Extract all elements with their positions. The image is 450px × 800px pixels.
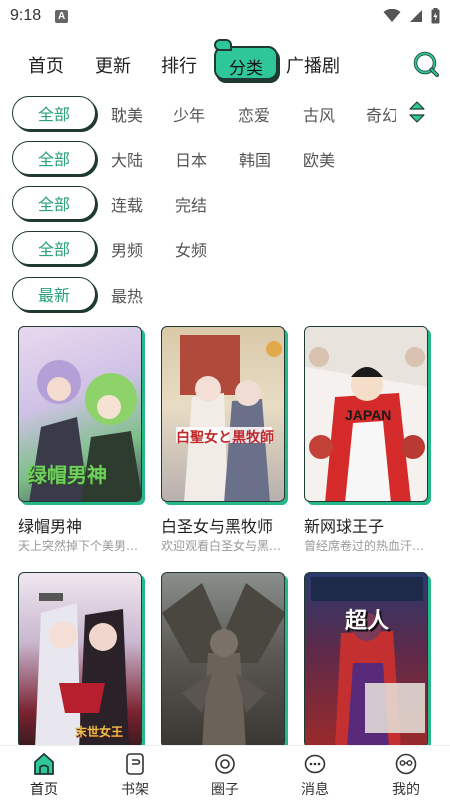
tab-ranking[interactable]: 排行: [161, 52, 197, 78]
filter-option[interactable]: 日本: [175, 147, 207, 171]
filter-selected-sort[interactable]: 最新: [12, 277, 96, 311]
comic-title[interactable]: 白圣女与黑牧师: [161, 513, 273, 537]
profile-icon: [395, 753, 417, 775]
filter-option[interactable]: 连载: [111, 192, 143, 216]
tab-audio-drama[interactable]: 广播剧: [286, 52, 340, 78]
comic-title[interactable]: 新网球王子: [304, 513, 384, 537]
tab-categories-label: 分类: [229, 59, 263, 79]
nav-circle[interactable]: 圈子: [195, 746, 255, 800]
comic-title[interactable]: 绿帽男神: [18, 513, 82, 537]
tab-updates[interactable]: 更新: [95, 52, 131, 78]
filter-selected-region[interactable]: 全部: [12, 141, 96, 175]
filter-option[interactable]: 韩国: [239, 147, 271, 171]
filter-row-sort: 最新 最热: [0, 277, 450, 313]
nav-messages[interactable]: 消息: [285, 746, 345, 800]
tab-home[interactable]: 首页: [28, 52, 64, 78]
bookshelf-icon: [126, 753, 144, 775]
circle-icon: [215, 754, 235, 774]
expand-toggle-icon[interactable]: [406, 98, 428, 126]
status-bar: 9:18 A: [0, 0, 450, 32]
home-icon: [34, 753, 54, 775]
nav-home[interactable]: 首页: [14, 746, 74, 800]
comic-description: 曾经席卷过的热血汗…: [304, 539, 425, 553]
filter-selected-audience[interactable]: 全部: [12, 231, 96, 265]
status-time: 9:18: [10, 7, 42, 24]
comic-cover[interactable]: 绿帽男神: [18, 326, 142, 502]
signal-icon: [410, 10, 422, 22]
app-notification-icon: A: [55, 9, 69, 23]
comic-cover[interactable]: [161, 572, 285, 748]
filter-option[interactable]: 最热: [111, 283, 143, 307]
cover-art: [311, 577, 425, 747]
filter-option[interactable]: 古风: [303, 102, 335, 126]
filter-option[interactable]: 耽美: [111, 102, 143, 126]
filter-option[interactable]: 奇幻: [366, 102, 396, 126]
filter-selected-genre[interactable]: 全部: [12, 96, 96, 130]
genre-options-scroll[interactable]: 全部 耽美 少年 恋爱 古风 奇幻: [0, 96, 396, 132]
battery-icon: [431, 8, 440, 24]
cover-title-text: JAPAN: [345, 407, 392, 423]
nav-circle-label: 圈子: [211, 782, 239, 798]
cover-title-text: 末世女王: [75, 725, 124, 739]
filter-row-genre: 全部 耽美 少年 恋爱 古风 奇幻: [0, 96, 450, 132]
filter-option[interactable]: 大陆: [111, 147, 143, 171]
filter-option[interactable]: 恋爱: [238, 102, 270, 126]
tab-active-tag: [214, 39, 232, 51]
comic-cover[interactable]: 白聖女と黒牧師: [161, 326, 285, 502]
filter-row-audience: 全部 男频 女频: [0, 231, 450, 267]
top-tab-bar: 首页 更新 排行 分类 广播剧: [0, 39, 450, 86]
cover-art: [176, 335, 282, 501]
message-icon: [304, 754, 326, 774]
comic-cover[interactable]: 末世女王: [18, 572, 142, 748]
filter-option[interactable]: 少年: [173, 102, 205, 126]
nav-profile[interactable]: 我的: [376, 746, 436, 800]
nav-profile-label: 我的: [392, 782, 420, 798]
nav-bookshelf-label: 书架: [121, 782, 149, 798]
tab-categories[interactable]: 分类: [214, 39, 278, 80]
filter-option[interactable]: 完结: [175, 192, 207, 216]
filter-option[interactable]: 男频: [111, 237, 143, 261]
nav-home-label: 首页: [30, 782, 58, 798]
search-icon[interactable]: [412, 50, 440, 78]
filter-option[interactable]: 女频: [175, 237, 207, 261]
filter-row-region: 全部 大陆 日本 韩国 欧美: [0, 141, 450, 177]
filter-row-status: 全部 连载 完结: [0, 186, 450, 222]
filter-selected-status[interactable]: 全部: [12, 186, 96, 220]
filter-option[interactable]: 欧美: [303, 147, 335, 171]
comic-cover[interactable]: JAPAN: [304, 326, 428, 502]
wifi-icon: [383, 9, 401, 22]
nav-messages-label: 消息: [301, 782, 329, 798]
bottom-nav: 首页 书架 圈子 消息 我的: [0, 745, 450, 800]
cover-title-text: 白聖女と黒牧師: [176, 430, 274, 446]
cover-title-text: 超人: [345, 609, 390, 634]
comic-cover[interactable]: 超人: [304, 572, 428, 748]
comic-description: 欢迎观看白圣女与黑…: [161, 539, 282, 553]
cover-art: [162, 583, 284, 747]
nav-bookshelf[interactable]: 书架: [105, 746, 165, 800]
comic-description: 天上突然掉下个美男…: [18, 539, 139, 553]
cover-art: [35, 593, 129, 747]
cover-title-text: 绿帽男神: [27, 463, 107, 487]
status-icons: [383, 8, 440, 24]
